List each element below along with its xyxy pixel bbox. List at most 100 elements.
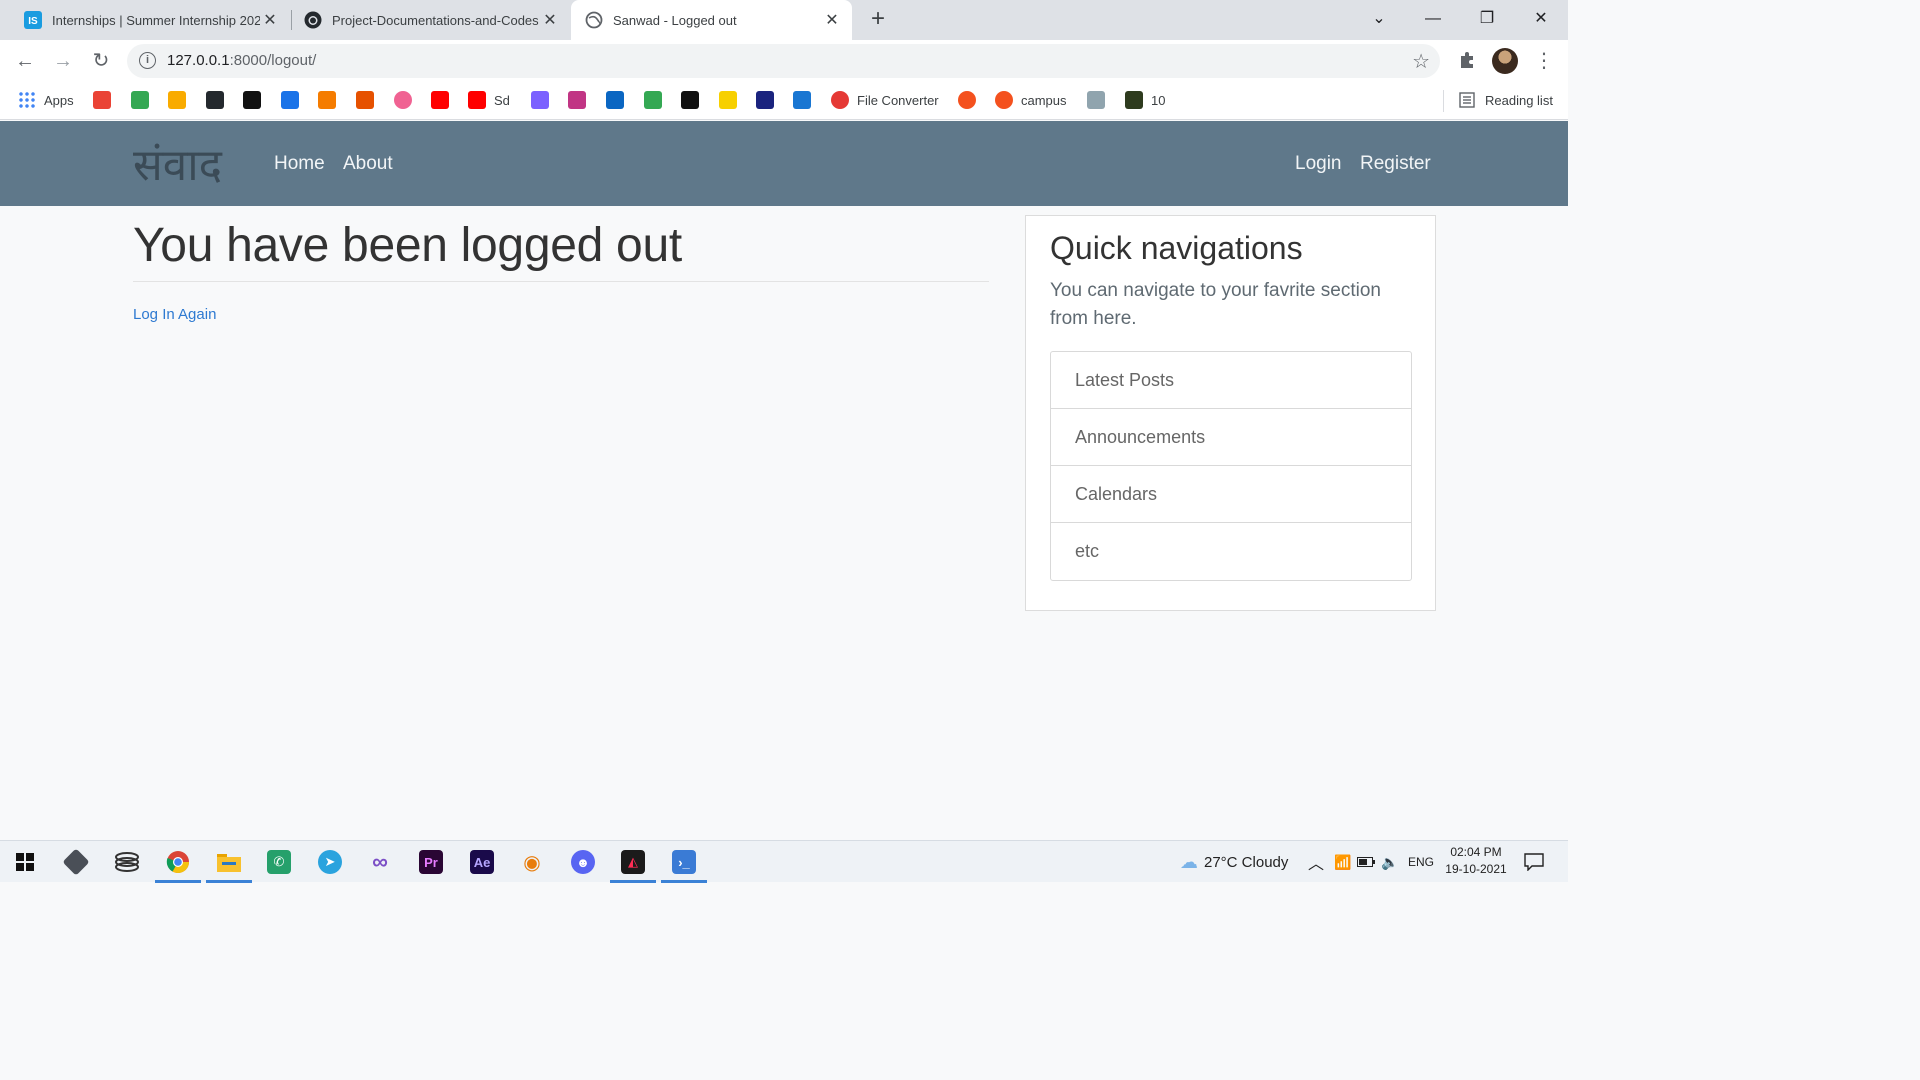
nav-about-link[interactable]: About bbox=[343, 153, 393, 175]
site-info-icon[interactable]: i bbox=[139, 52, 156, 69]
chevron-up-icon[interactable]: ︿ bbox=[1308, 841, 1324, 883]
restore-icon[interactable]: ❐ bbox=[1460, 0, 1514, 40]
red-app-icon[interactable]: ◭ bbox=[608, 841, 658, 883]
clock-time: 02:04 PM bbox=[1450, 845, 1502, 859]
quick-nav-item-latest-posts[interactable]: Latest Posts bbox=[1051, 352, 1411, 409]
bookmark-item[interactable] bbox=[168, 90, 194, 110]
cube-app-icon[interactable] bbox=[51, 841, 101, 883]
tab-sanwad-logged-out[interactable]: Sanwad - Logged out ✕ bbox=[571, 0, 852, 40]
url-text: 127.0.0.1:8000/logout/ bbox=[167, 52, 316, 69]
linkedin-icon bbox=[606, 91, 624, 109]
url-path: :8000/logout/ bbox=[229, 52, 317, 69]
forward-icon[interactable]: → bbox=[50, 48, 76, 74]
bookmark-item[interactable] bbox=[281, 90, 307, 110]
bookmark-label: campus bbox=[1021, 92, 1067, 108]
taskbar-clock[interactable]: 02:04 PM 19-10-2021 bbox=[1440, 844, 1512, 878]
file-explorer-icon[interactable] bbox=[204, 841, 254, 883]
battery-icon[interactable] bbox=[1357, 841, 1375, 883]
nav-home-link[interactable]: Home bbox=[274, 153, 325, 175]
visual-studio-icon[interactable]: ∞ bbox=[355, 841, 405, 883]
bookmark-item[interactable] bbox=[531, 90, 557, 110]
discord-icon[interactable]: ☻ bbox=[558, 841, 608, 883]
browser-toolbar: ← → ↻ i 127.0.0.1:8000/logout/ ☆ bbox=[0, 40, 1568, 82]
bookmark-item[interactable] bbox=[719, 90, 745, 110]
nav-login-link[interactable]: Login bbox=[1295, 153, 1342, 175]
profile-avatar[interactable] bbox=[1492, 48, 1518, 74]
bookmark-item[interactable] bbox=[1087, 90, 1113, 110]
drive-icon bbox=[131, 91, 149, 109]
bookmark-item[interactable] bbox=[131, 90, 157, 110]
whatsapp-icon[interactable]: ✆ bbox=[254, 841, 304, 883]
bookmark-item[interactable]: Apps bbox=[18, 90, 74, 110]
premiere-pro-icon[interactable]: Pr bbox=[406, 841, 456, 883]
title-divider bbox=[133, 281, 989, 282]
bookmark-star-icon[interactable]: ☆ bbox=[1412, 49, 1430, 74]
minimize-icon[interactable]: — bbox=[1406, 0, 1460, 40]
notifications-icon[interactable] bbox=[1524, 841, 1544, 883]
extensions-puzzle-icon[interactable] bbox=[1457, 50, 1477, 72]
close-tab-icon[interactable]: ✕ bbox=[260, 10, 280, 30]
windows-taskbar: ✆ ➤ ∞ Pr Ae ◉ ☻ ◭ ›_ ☁ 27°C Cloudy ︿ 📶 🔈… bbox=[0, 840, 1568, 883]
bookmark-item[interactable]: File Converter bbox=[831, 90, 939, 110]
bookmark-item[interactable] bbox=[756, 90, 782, 110]
tab-internships[interactable]: IS Internships | Summer Internship 202 ✕ bbox=[0, 0, 290, 40]
matlab-icon bbox=[356, 91, 374, 109]
after-effects-icon[interactable]: Ae bbox=[457, 841, 507, 883]
language-indicator[interactable]: ENG bbox=[1408, 841, 1434, 883]
bookmark-item[interactable] bbox=[394, 90, 420, 110]
tab-search-icon[interactable]: ⌄ bbox=[1352, 0, 1406, 40]
browser-menu-icon[interactable]: ⋮ bbox=[1534, 48, 1554, 73]
bookmark-item[interactable]: campus bbox=[995, 90, 1067, 110]
quick-navigation-card: Quick navigations You can navigate to yo… bbox=[1025, 215, 1436, 611]
nav-register-link[interactable]: Register bbox=[1360, 153, 1431, 175]
back-icon[interactable]: ← bbox=[12, 48, 38, 74]
site-brand-logo[interactable]: संवाद bbox=[133, 133, 222, 193]
chrome-taskbar-icon[interactable] bbox=[153, 841, 203, 883]
powershell-icon[interactable]: ›_ bbox=[659, 841, 709, 883]
reading-list-button[interactable]: Reading list bbox=[1459, 90, 1553, 110]
weather-widget[interactable]: ☁ 27°C Cloudy bbox=[1180, 841, 1288, 883]
svg-text:IS: IS bbox=[28, 16, 38, 27]
bookmark-label: Sd bbox=[494, 92, 510, 108]
telegram-icon[interactable]: ➤ bbox=[305, 841, 355, 883]
tab-github-project[interactable]: Project-Documentations-and-Codes ✕ bbox=[280, 0, 570, 40]
log-in-again-link[interactable]: Log In Again bbox=[133, 306, 216, 323]
bookmark-item[interactable]: 10 bbox=[1125, 90, 1165, 110]
cloud-icon: ☁ bbox=[1180, 851, 1198, 872]
tab-title: Sanwad - Logged out bbox=[613, 12, 737, 28]
chat-icon bbox=[958, 91, 976, 109]
close-tab-icon[interactable]: ✕ bbox=[822, 10, 842, 30]
bookmark-item[interactable] bbox=[681, 90, 707, 110]
bookmarks-divider bbox=[1443, 90, 1444, 112]
new-tab-button[interactable]: + bbox=[866, 6, 890, 34]
bookmark-item[interactable] bbox=[206, 90, 232, 110]
bookmark-item[interactable]: Sd bbox=[468, 90, 510, 110]
bookmark-item[interactable] bbox=[431, 90, 457, 110]
maps-icon bbox=[644, 91, 662, 109]
wifi-icon[interactable]: 📶 bbox=[1334, 841, 1351, 883]
bookmark-item[interactable] bbox=[356, 90, 382, 110]
bookmark-item[interactable] bbox=[568, 90, 594, 110]
reload-icon[interactable]: ↻ bbox=[88, 48, 114, 74]
stack-app-icon[interactable] bbox=[102, 841, 152, 883]
volume-icon[interactable]: 🔈 bbox=[1381, 841, 1398, 883]
chat-icon bbox=[995, 91, 1013, 109]
bookmark-item[interactable] bbox=[793, 90, 819, 110]
close-window-icon[interactable]: ✕ bbox=[1514, 0, 1568, 40]
bookmark-item[interactable] bbox=[644, 90, 670, 110]
classroom-icon bbox=[168, 91, 186, 109]
site-navbar: संवाद Home About Login Register bbox=[0, 121, 1568, 206]
address-bar[interactable]: i 127.0.0.1:8000/logout/ ☆ bbox=[127, 44, 1440, 78]
close-tab-icon[interactable]: ✕ bbox=[540, 10, 560, 30]
quick-nav-item-etc[interactable]: etc bbox=[1051, 523, 1411, 580]
quick-nav-item-calendars[interactable]: Calendars bbox=[1051, 466, 1411, 523]
quick-nav-item-announcements[interactable]: Announcements bbox=[1051, 409, 1411, 466]
windows-start-icon[interactable] bbox=[0, 841, 50, 883]
coursera-icon bbox=[318, 91, 336, 109]
bookmark-item[interactable] bbox=[318, 90, 344, 110]
bookmark-item[interactable] bbox=[606, 90, 632, 110]
bookmark-item[interactable] bbox=[958, 90, 984, 110]
bookmark-item[interactable] bbox=[243, 90, 269, 110]
blender-icon[interactable]: ◉ bbox=[507, 841, 557, 883]
bookmark-item[interactable] bbox=[93, 90, 119, 110]
